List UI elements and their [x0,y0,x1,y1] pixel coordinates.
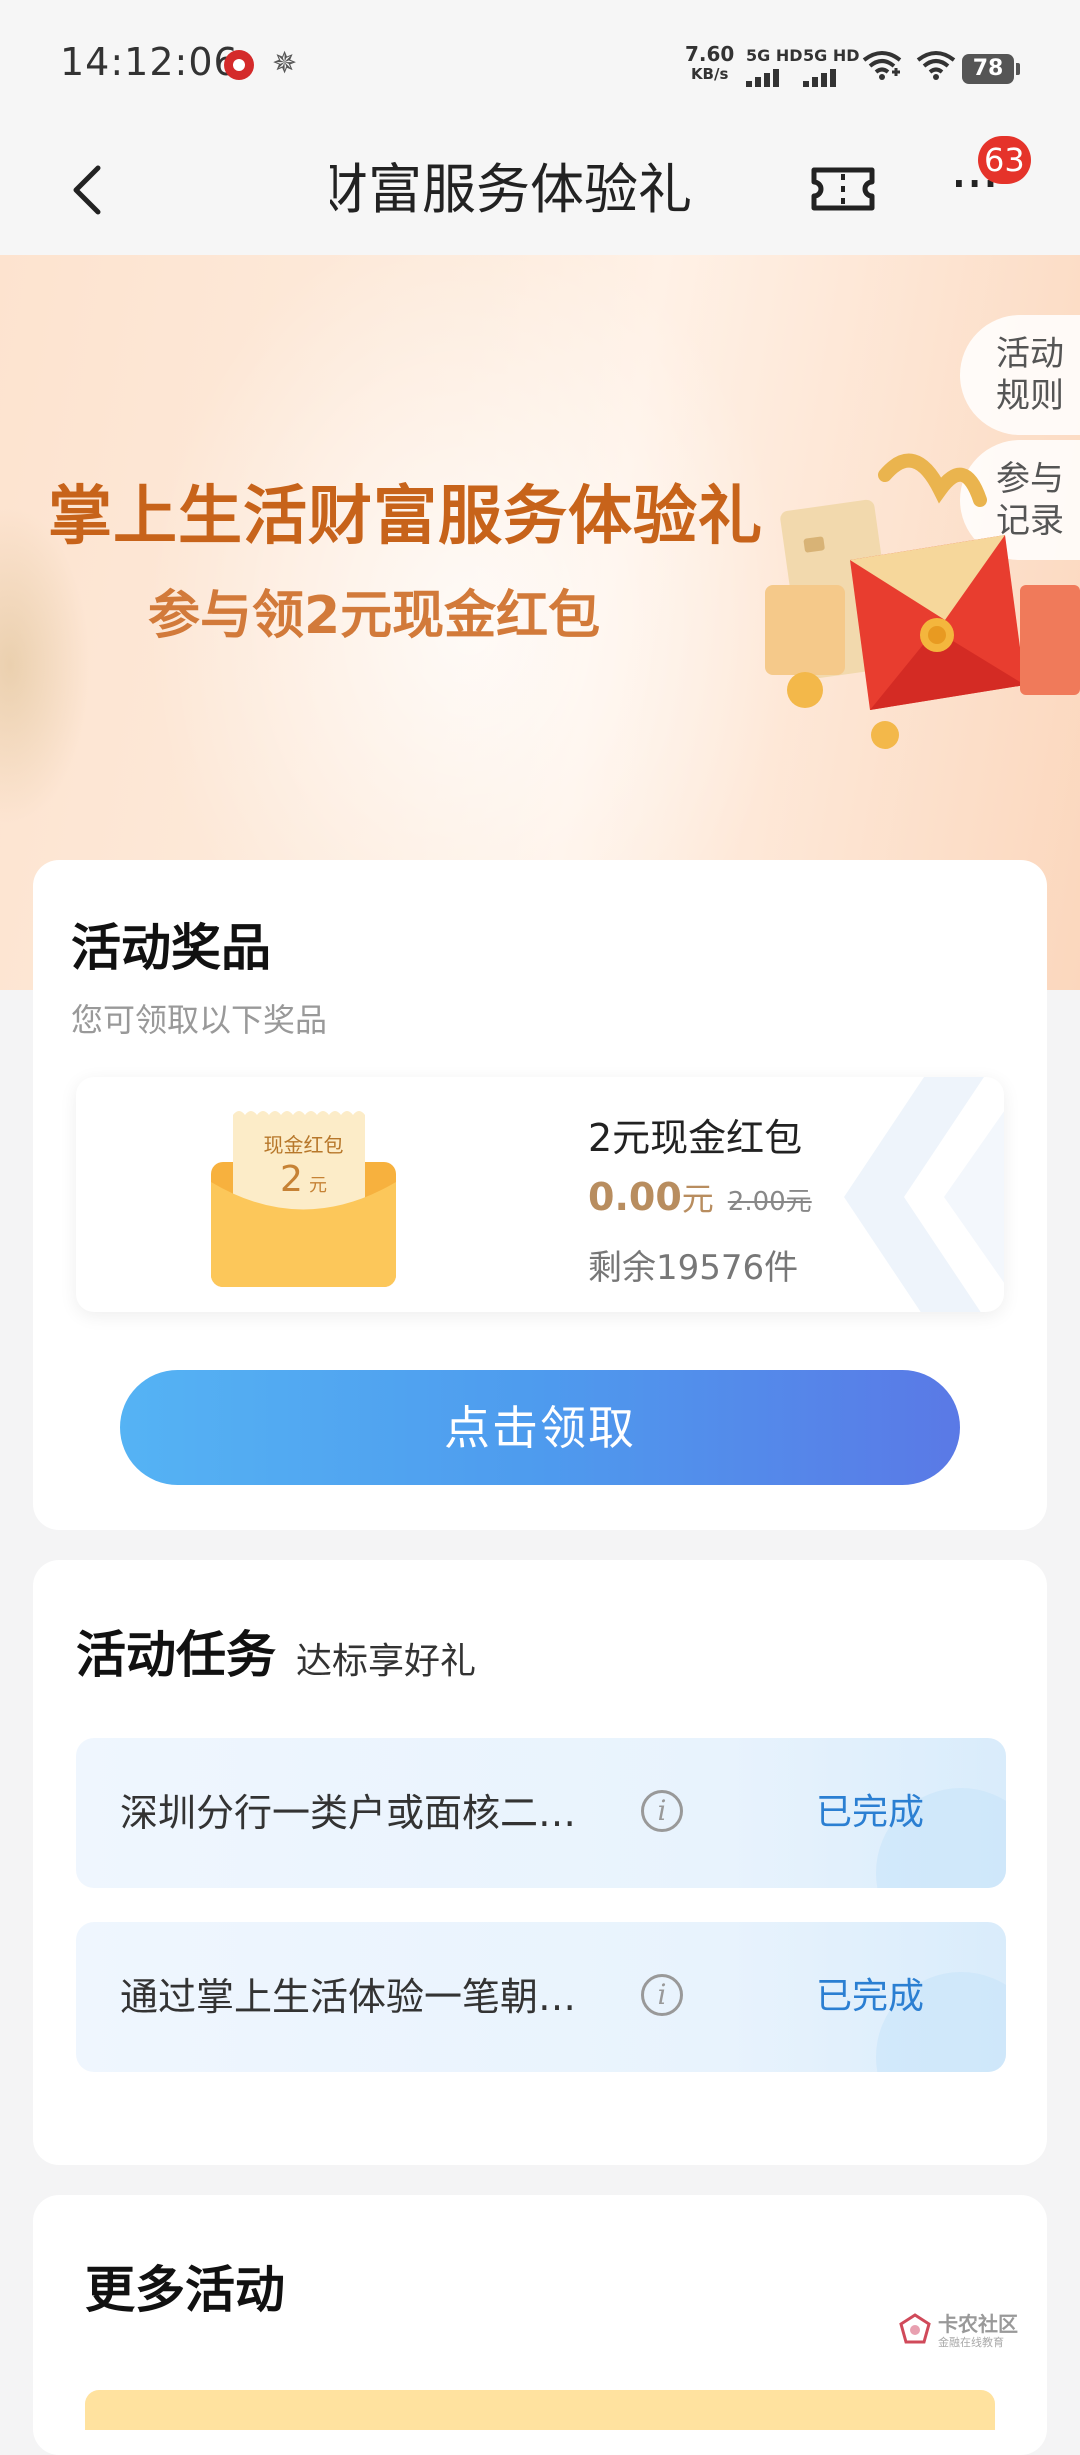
info-icon[interactable]: i [641,1974,683,2016]
task-row[interactable]: 通过掌上生活体验一笔朝… i 已完成 [76,1922,1006,2072]
envelope-amount: 2元 [280,1159,327,1200]
signal-sim1-icon: 5G HD [746,46,803,87]
banner-title: 掌上生活财富服务体验礼 [48,480,763,554]
task-status: 已完成 [816,1976,925,2017]
banner-subtitle: 参与领2元现金红包 [148,586,601,646]
battery-icon: 78 [962,54,1020,84]
claim-button[interactable]: 点击领取 [120,1370,960,1485]
page-title: 掌上生活财富服务体验礼 [330,158,692,221]
info-icon[interactable]: i [641,1790,683,1832]
notification-icon: ✵ [272,46,298,81]
prize-item[interactable]: 现金红包 2元 2元现金红包 0.00元 2.00元 剩余19576件 [76,1077,1004,1312]
watermark-text: 卡农社区 [938,2312,1018,2336]
prize-name: 2元现金红包 [588,1116,803,1160]
watermark-logo-icon [899,2313,931,2344]
prize-price: 0.00元 2.00元 [588,1175,812,1219]
wifi-icon [862,51,902,80]
activity-item-preview[interactable] [85,2390,995,2430]
watermark: 卡农社区 金融在线教育 [898,2308,1058,2358]
more-activities-card: 更多活动 [33,2195,1047,2455]
bank-app-notification-icon [224,50,254,80]
notification-badge: 63 [978,136,1031,184]
status-time: 14:12:06 [60,40,239,84]
prize-heading: 活动奖品 [71,919,271,977]
task-text: 深圳分行一类户或面核二… [120,1791,577,1835]
rules-button[interactable]: 活动 规则 [960,315,1080,435]
gift-envelope-icon [765,453,1080,749]
envelope-label: 现金红包 [263,1133,344,1157]
prize-card: 活动奖品 您可领取以下奖品 现金红包 2元 2元现金红包 0.00元 2.00元 … [33,860,1047,1530]
chevron-decoration [844,1077,1004,1312]
prize-remaining: 剩余19576件 [588,1248,799,1288]
task-status: 已完成 [816,1792,925,1833]
wifi-icon-2 [916,51,956,80]
task-subheading: 达标享好礼 [296,1641,477,1682]
task-heading: 活动任务 [76,1626,276,1684]
status-bar: 14:12:06 ✵ 7.60 KB/s 5G HD 5G HD 78 [0,0,1080,130]
ticket-icon[interactable] [810,164,876,214]
more-heading: 更多活动 [85,2261,285,2319]
net-speed: 7.60 KB/s [685,42,735,83]
task-text: 通过掌上生活体验一笔朝… [120,1975,577,2019]
task-row[interactable]: 深圳分行一类户或面核二… i 已完成 [76,1738,1006,1888]
prize-subheading: 您可领取以下奖品 [71,1001,328,1039]
navigation-bar: 掌上生活财富服务体验礼 ··· 63 [0,130,1080,255]
back-arrow-icon[interactable] [60,160,120,220]
watermark-subtext: 金融在线教育 [938,2336,1004,2349]
original-price: 2.00元 [727,1187,812,1217]
task-card: 活动任务 达标享好礼 深圳分行一类户或面核二… i 已完成 通过掌上生活体验一笔… [33,1560,1047,2165]
signal-sim2-icon: 5G HD [803,46,860,87]
